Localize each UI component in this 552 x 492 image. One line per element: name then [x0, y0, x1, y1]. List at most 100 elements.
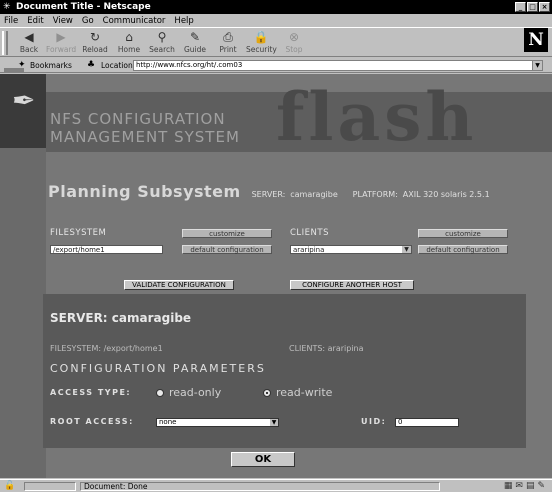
- forward-button[interactable]: ▶ Forward: [46, 30, 76, 56]
- stop-icon: ⊗: [288, 30, 300, 44]
- root-access-value: none: [159, 418, 177, 426]
- bookmarks-icon[interactable]: ✦: [18, 60, 26, 70]
- menu-edit[interactable]: Edit: [27, 16, 43, 26]
- title-bar: ✳ Document Title - Netscape _ □ ×: [0, 0, 552, 14]
- window-controls: _ □ ×: [515, 2, 550, 12]
- platform-label: PLATFORM:: [352, 190, 398, 199]
- server-label: SERVER:: [251, 190, 286, 199]
- forward-arrow-icon: ▶: [56, 30, 66, 44]
- home-button-label: Home: [117, 45, 141, 54]
- back-arrow-icon: ◀: [24, 30, 34, 44]
- menu-communicator[interactable]: Communicator: [103, 16, 166, 26]
- page-content: ✒ flash NFS CONFIGURATION MANAGEMENT SYS…: [0, 74, 552, 478]
- home-icon: ⌂: [125, 30, 133, 44]
- configure-another-host-button[interactable]: CONFIGURE ANOTHER HOST: [290, 280, 414, 290]
- search-icon: ⚲: [157, 30, 167, 44]
- menu-help[interactable]: Help: [174, 16, 193, 26]
- server-name: camaragibe: [290, 190, 338, 199]
- reload-button[interactable]: ↻ Reload: [80, 30, 110, 56]
- stop-button[interactable]: ⊗ Stop: [279, 30, 309, 56]
- url-text: http://www.nfcs.org/ht/.com03: [136, 61, 243, 69]
- clients-label: CLIENTS: [290, 228, 329, 238]
- pen-logo-icon: ✒: [12, 84, 36, 117]
- security-button[interactable]: 🔒 Security: [246, 30, 277, 56]
- page-proxy-icon[interactable]: ♣: [87, 60, 95, 70]
- security-status-icon[interactable]: 🔓: [4, 481, 15, 491]
- close-button[interactable]: ×: [539, 2, 550, 12]
- guide-icon: ✎: [189, 30, 201, 44]
- read-write-radio-dot[interactable]: [263, 388, 271, 397]
- status-message: Document: Done: [80, 482, 440, 491]
- filesystem-default-config-button[interactable]: default configuration: [182, 245, 272, 254]
- access-type-label: ACCESS TYPE:: [50, 388, 132, 397]
- panel-clients-line: CLIENTS: araripina: [289, 344, 364, 353]
- location-bar: ✦ Bookmarks ♣ Location: http://www.nfcs.…: [0, 58, 552, 73]
- chevron-down-icon[interactable]: ▼: [270, 419, 278, 426]
- url-field[interactable]: http://www.nfcs.org/ht/.com03 ▼: [133, 60, 543, 71]
- page-title: Planning Subsystem: [48, 182, 241, 201]
- uid-field[interactable]: 0: [395, 418, 459, 427]
- read-only-radio[interactable]: read-only: [156, 386, 221, 399]
- clients-default-config-button[interactable]: default configuration: [418, 245, 508, 254]
- chevron-down-icon[interactable]: ▼: [532, 61, 542, 70]
- clients-select-value: araripina: [293, 246, 325, 254]
- menu-go[interactable]: Go: [82, 16, 94, 26]
- filesystem-customize-button[interactable]: customize: [182, 229, 272, 238]
- validate-configuration-button[interactable]: VALIDATE CONFIGURATION: [124, 280, 234, 290]
- filesystem-field[interactable]: /export/home1: [50, 245, 163, 254]
- netscape-app-icon[interactable]: ✳: [3, 2, 13, 12]
- ok-button[interactable]: OK: [231, 452, 295, 467]
- menu-view[interactable]: View: [53, 16, 73, 26]
- platform-name: AXIL 320 solaris 2.5.1: [402, 190, 490, 199]
- subsystem-header: Planning Subsystem SERVER: camaragibe PL…: [48, 182, 490, 201]
- stop-button-label: Stop: [285, 45, 303, 54]
- guide-button[interactable]: ✎ Guide: [180, 30, 210, 56]
- toolbar-grip[interactable]: [2, 31, 8, 55]
- print-button[interactable]: ⎙ Print: [213, 30, 243, 56]
- bookmarks-button[interactable]: Bookmarks: [30, 61, 72, 70]
- uid-label: UID:: [361, 417, 387, 426]
- clients-customize-button[interactable]: customize: [418, 229, 508, 238]
- window-title: Document Title - Netscape: [16, 2, 151, 12]
- banner-title-line2: MANAGEMENT SYSTEM: [50, 128, 240, 146]
- configuration-parameters-heading: CONFIGURATION PARAMETERS: [50, 362, 266, 375]
- chevron-down-icon[interactable]: ▼: [402, 246, 411, 253]
- status-bar: 🔓 Document: Done ▦✉▤✎: [0, 479, 552, 492]
- back-button[interactable]: ◀ Back: [14, 30, 44, 56]
- read-only-label: read-only: [169, 386, 222, 399]
- panel-filesystem-line: FILESYSTEM: /export/home1: [50, 344, 163, 353]
- banner-watermark: flash: [276, 78, 478, 156]
- read-only-radio-dot[interactable]: [156, 388, 164, 397]
- clients-select[interactable]: araripina ▼: [290, 245, 412, 254]
- security-button-label: Security: [246, 45, 277, 54]
- site-logo: ✒: [0, 74, 46, 148]
- panel-server-heading: SERVER: camaragibe: [50, 311, 192, 325]
- print-icon: ⎙: [223, 30, 233, 44]
- lock-icon: 🔒: [253, 30, 269, 44]
- root-access-select[interactable]: none ▼: [156, 418, 279, 427]
- location-label: Location:: [101, 61, 136, 70]
- minimize-button[interactable]: _: [515, 2, 526, 12]
- reload-icon: ↻: [89, 30, 101, 44]
- read-write-radio[interactable]: read-write: [263, 386, 332, 399]
- component-bar-icons[interactable]: ▦✉▤✎: [504, 481, 548, 491]
- filesystem-label: FILESYSTEM: [50, 228, 107, 238]
- maximize-button[interactable]: □: [527, 2, 538, 12]
- reload-button-label: Reload: [82, 45, 108, 54]
- home-button[interactable]: ⌂ Home: [114, 30, 144, 56]
- print-button-label: Print: [219, 45, 237, 54]
- netscape-logo[interactable]: N: [524, 28, 548, 52]
- header-banner: flash NFS CONFIGURATION MANAGEMENT SYSTE…: [46, 78, 552, 156]
- guide-button-label: Guide: [183, 45, 207, 54]
- search-button[interactable]: ⚲ Search: [147, 30, 177, 56]
- forward-button-label: Forward: [46, 45, 77, 54]
- progress-bar: [24, 482, 76, 491]
- navigation-toolbar: ◀ Back ▶ Forward ↻ Reload ⌂ Home ⚲ Searc…: [0, 27, 552, 57]
- banner-title-line1: NFS CONFIGURATION: [50, 110, 226, 128]
- back-button-label: Back: [19, 45, 39, 54]
- menu-bar: File Edit View Go Communicator Help: [0, 14, 552, 27]
- search-button-label: Search: [149, 45, 175, 54]
- menu-file[interactable]: File: [4, 16, 18, 26]
- read-write-label: read-write: [276, 386, 333, 399]
- configuration-panel: SERVER: camaragibe FILESYSTEM: /export/h…: [43, 294, 526, 448]
